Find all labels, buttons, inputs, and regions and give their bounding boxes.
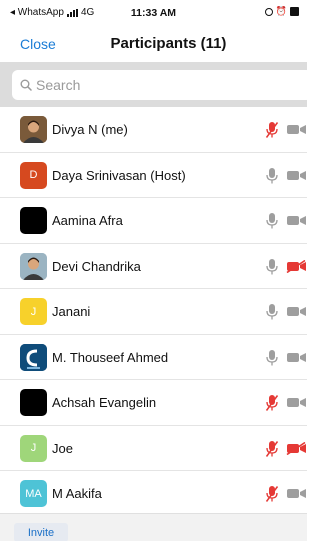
mic-muted-icon[interactable] xyxy=(265,485,279,503)
status-time: 11:33 AM xyxy=(130,7,177,19)
participant-name: Divya N (me) xyxy=(52,122,128,137)
avatar xyxy=(20,343,47,371)
invite-button[interactable]: Invite xyxy=(14,523,68,541)
participant-row[interactable]: J Janani xyxy=(0,289,307,335)
avatar xyxy=(20,116,47,143)
orientation-lock-icon xyxy=(264,7,273,16)
participant-row[interactable]: Devi Chandrika xyxy=(0,244,307,289)
participant-row[interactable]: Divya N (me) xyxy=(0,107,307,153)
video-camera-icon[interactable] xyxy=(286,305,307,318)
avatar xyxy=(20,252,47,280)
search-input[interactable]: Search xyxy=(12,70,312,100)
video-camera-icon[interactable] xyxy=(286,169,307,182)
video-camera-icon[interactable] xyxy=(286,214,307,227)
participant-name: M. Thouseef Ahmed xyxy=(52,349,169,365)
search-bar: Search xyxy=(0,62,312,107)
participant-row[interactable]: Aamina Afra xyxy=(0,198,307,244)
page-title: Participants (11) xyxy=(110,35,227,52)
participant-name: Janani xyxy=(52,304,91,319)
participant-row[interactable]: Achsah Evangelin xyxy=(0,380,307,426)
participant-row[interactable]: MA M Aakifa xyxy=(0,471,307,517)
mic-muted-icon[interactable] xyxy=(265,440,279,458)
video-camera-icon[interactable] xyxy=(286,123,307,136)
participant-name: Joe xyxy=(52,440,73,456)
video-camera-icon[interactable] xyxy=(286,396,307,409)
participant-name: Aamina Afra xyxy=(52,213,123,228)
video-camera-icon[interactable] xyxy=(286,351,307,364)
search-icon xyxy=(20,79,32,91)
status-right: ⏰ xyxy=(264,6,299,17)
participant-name: M Aakifa xyxy=(52,486,102,501)
search-placeholder: Search xyxy=(36,77,81,93)
mic-icon[interactable] xyxy=(265,349,279,367)
battery-icon xyxy=(290,7,299,16)
footer-bar: Invite xyxy=(0,513,307,541)
participant-name: Daya Srinivasan (Host) xyxy=(52,167,186,183)
participant-name: Achsah Evangelin xyxy=(52,395,157,410)
avatar: MA xyxy=(20,480,47,507)
avatar xyxy=(20,207,47,234)
mic-icon[interactable] xyxy=(265,258,279,276)
nav-bar: Close Participants (11) xyxy=(0,24,307,62)
participant-row[interactable]: D Daya Srinivasan (Host) xyxy=(0,153,307,198)
video-camera-icon[interactable] xyxy=(286,487,307,500)
status-bar: ◂ WhatsApp 4G 11:33 AM ⏰ xyxy=(0,0,307,24)
alarm-icon: ⏰ xyxy=(275,6,287,16)
video-off-icon[interactable] xyxy=(286,441,307,455)
mic-icon[interactable] xyxy=(265,303,279,321)
mic-muted-icon[interactable] xyxy=(265,394,279,412)
participant-name: Devi Chandrika xyxy=(52,258,141,274)
mic-icon[interactable] xyxy=(265,167,279,185)
video-off-icon[interactable] xyxy=(286,259,307,273)
participant-list: Divya N (me) D Daya Srinivasan (Host) Aamin… xyxy=(0,107,307,517)
avatar: D xyxy=(20,161,47,189)
avatar: J xyxy=(20,298,47,325)
avatar xyxy=(20,389,47,416)
participant-row[interactable]: M. Thouseef Ahmed xyxy=(0,335,307,380)
avatar: J xyxy=(20,434,47,462)
mic-icon[interactable] xyxy=(265,212,279,230)
participant-row[interactable]: J Joe xyxy=(0,426,307,471)
mic-muted-icon[interactable] xyxy=(265,121,279,139)
